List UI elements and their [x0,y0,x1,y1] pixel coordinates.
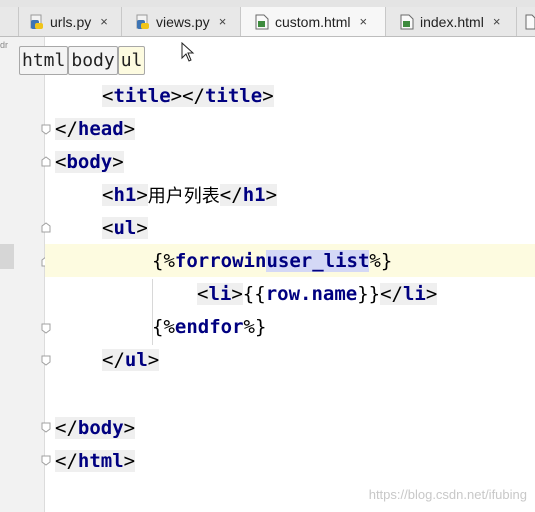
editor-gutter [0,37,44,512]
current-line-marker [0,244,14,269]
breadcrumb-item-html[interactable]: html [19,46,69,75]
python-file-icon [30,14,44,30]
code-line: {% endfor %} [152,315,267,338]
breadcrumb-item-body[interactable]: body [68,46,118,75]
tab-label: views.py [156,13,210,30]
code-line: <ul> [102,216,148,239]
code-line: </html> [55,449,136,472]
project-panel-edge-text: dr [0,40,9,50]
code-line: </ul> [102,348,160,371]
tab-urls-py[interactable]: urls.py × [18,7,122,36]
close-icon[interactable]: × [359,14,367,29]
html-file-icon [255,14,269,30]
tab-custom-html[interactable]: custom.html × [241,7,386,36]
close-icon[interactable]: × [493,14,501,29]
html-file-icon [400,14,414,30]
tab-views-py[interactable]: views.py × [122,7,241,36]
editor-tab-bar: urls.py × views.py × custom.html × index… [0,7,535,37]
breadcrumb-item-ul[interactable]: ul [117,46,146,75]
code-line: <title></title> [102,84,274,107]
tab-index-html[interactable]: index.html × [386,7,517,36]
tab-label: custom.html [275,13,351,30]
code-line: <h1> 用户列表 </h1> [102,183,278,207]
python-file-icon [136,14,150,30]
tab-label: urls.py [50,13,92,30]
code-line: <body> [55,150,124,173]
code-editor[interactable]: <title></title> </head> <body> <h1> 用户列表 <… [45,37,535,512]
breadcrumb: html body ul [19,46,146,75]
tab-bar-left-edge [0,7,19,36]
close-icon[interactable]: × [100,14,108,29]
code-line: </body> [55,416,136,439]
code-line-current: {% for row in user_list %} [45,244,535,277]
code-line: </head> [55,117,136,140]
html-file-icon [525,14,535,30]
close-icon[interactable]: × [219,14,227,29]
tab-label: index.html [420,13,484,30]
tab-overflow[interactable] [517,7,535,36]
code-line: <li>{{ row.name }} </li> [197,282,438,305]
watermark: https://blog.csdn.net/ifubing [368,487,527,502]
